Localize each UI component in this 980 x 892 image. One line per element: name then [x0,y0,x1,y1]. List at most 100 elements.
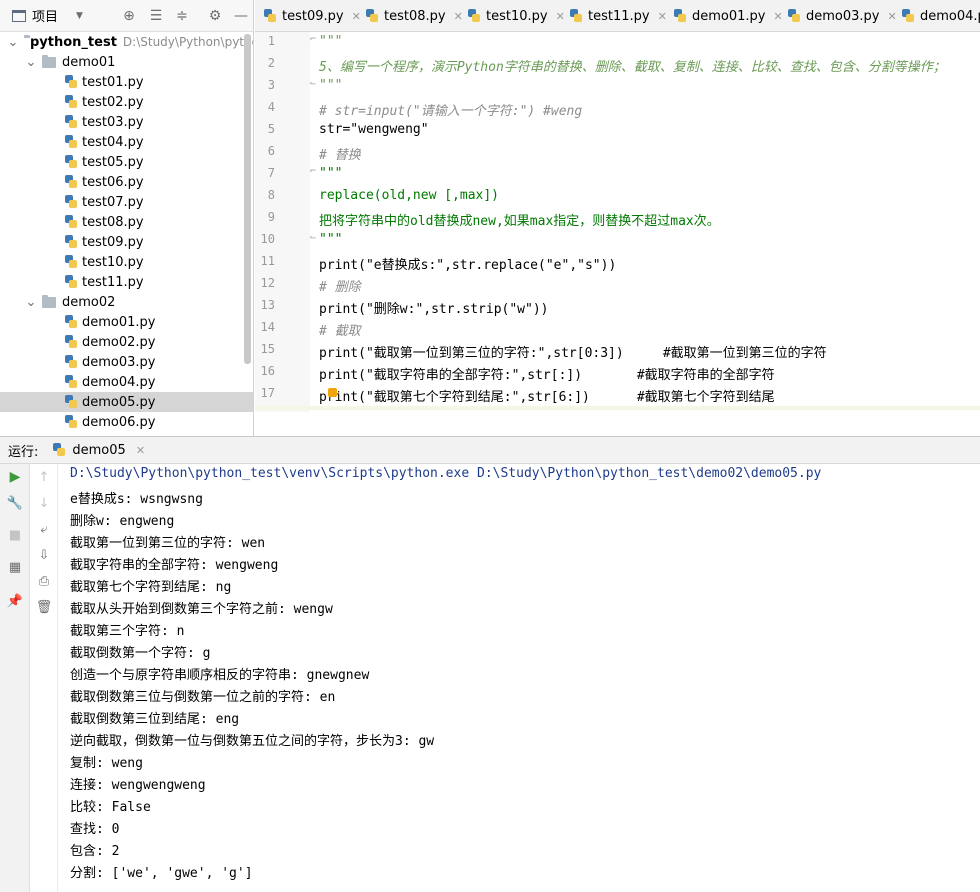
editor-tab[interactable]: demo01.py ✕ [673,0,783,31]
python-file-icon [64,255,78,269]
folder-icon [42,294,56,308]
code-area[interactable]: 1 2 3 4 5 6 7 8 9 10 11 12 13 14 15 16 17 """ 5、编写一个程序，演示… [255,32,980,412]
tree-item-label: demo02.py [82,334,156,350]
editor-tab[interactable]: test09.py ✕ [263,0,361,31]
close-icon[interactable]: ✕ [556,10,565,23]
tree-file-item[interactable]: test07.py [0,192,253,212]
tree-file-item[interactable]: demo04.py [0,372,253,392]
tree-item-label: test11.py [82,274,144,290]
editor-tab-label: test10.py [486,8,548,24]
tree-file-item[interactable]: test06.py [0,172,253,192]
editor-tab-label: test08.py [384,8,446,24]
close-icon[interactable]: ✕ [352,10,361,23]
code-line: print("截取第七个字符到结尾:",str[6:]) #截取第七个字符到结尾 [319,390,775,405]
trash-icon[interactable]: 🗑 [35,598,53,616]
tree-folder-item[interactable]: ⌄ demo01 [0,52,253,72]
tree-file-item[interactable]: test08.py [0,212,253,232]
tree-item-label: test03.py [82,114,144,130]
rerun-icon[interactable]: ▶ [6,468,24,486]
tree-file-item[interactable]: test10.py [0,252,253,272]
tree-file-item[interactable]: test02.py [0,92,253,112]
chevron-down-icon: ▼ [76,10,83,21]
print-icon[interactable]: ⎙ [35,572,53,590]
expand-all-icon[interactable]: ☰ [147,7,165,25]
python-file-icon [673,9,687,23]
tree-file-item[interactable]: test05.py [0,152,253,172]
line-number: 1 [267,34,275,48]
fold-marker-icon[interactable]: ⌐ [310,166,320,177]
tree-file-item[interactable]: demo02.py [0,332,253,352]
soft-wrap-icon[interactable]: ⤶ [35,520,53,538]
tree-file-item[interactable]: test03.py [0,112,253,132]
cursor-line-highlight [255,406,980,410]
tree-root-item[interactable]: ⌄ python_test D:\Study\Python\pytho [0,32,254,52]
console-output[interactable]: D:\Study\Python\python_test\venv\Scripts… [70,464,970,892]
expand-arrow-icon[interactable]: ⌄ [26,295,37,310]
line-number: 15 [260,342,275,356]
close-icon[interactable]: ✕ [658,10,667,23]
editor-tab[interactable]: test08.py ✕ [365,0,463,31]
python-file-icon [64,115,78,129]
line-number: 9 [267,210,275,224]
project-scrollbar[interactable] [244,34,251,364]
fold-marker-icon[interactable]: ⌐ [310,34,320,45]
gear-icon[interactable]: ⚙ [206,7,224,25]
fold-marker-icon[interactable]: ⌙ [310,232,320,243]
fold-marker-icon[interactable]: ⌙ [310,78,320,89]
locate-file-icon[interactable]: ⊕ [120,7,138,25]
tree-file-item[interactable]: test09.py [0,232,253,252]
tree-file-item[interactable]: demo06.py [0,412,253,432]
tree-file-item[interactable]: test04.py [0,132,253,152]
editor-tab[interactable]: test10.py ✕ [467,0,565,31]
code-line: """ [319,166,343,181]
tree-file-item[interactable]: demo05.py [0,392,253,412]
tree-item-label: test06.py [82,174,144,190]
tree-file-item[interactable]: test01.py [0,72,253,92]
close-icon[interactable]: ✕ [136,444,145,457]
console-output-line: 删除w: engweng [70,514,175,529]
tree-item-label: demo01 [62,54,116,70]
close-icon[interactable]: ✕ [454,10,463,23]
console-output-line: 查找: 0 [70,822,120,837]
minimize-icon[interactable]: — [232,7,250,25]
close-icon[interactable]: ✕ [774,10,783,23]
project-view-selector[interactable]: 项目 ▼ [12,6,83,25]
run-label: 运行: [8,444,39,460]
expand-arrow-icon[interactable]: ⌄ [26,55,37,70]
expand-arrow-icon[interactable]: ⌄ [8,35,19,50]
stop-icon[interactable]: ■ [6,526,24,544]
tree-file-item[interactable]: test11.py [0,272,253,292]
editor-tab[interactable]: demo04.py [901,0,980,31]
collapse-all-icon[interactable]: ≑ [173,7,191,25]
tree-item-path: D:\Study\Python\pytho [122,35,254,49]
bulb-marker-icon[interactable] [328,388,337,397]
tree-item-label: test01.py [82,74,144,90]
tree-item-label: test09.py [82,234,144,250]
tree-file-item[interactable]: demo01.py [0,312,253,332]
tree-folder-item[interactable]: ⌄ demo02 [0,292,253,312]
editor-tab[interactable]: test11.py ✕ [569,0,667,31]
layout-icon[interactable]: ▦ [6,558,24,576]
wrench-icon[interactable]: 🔧 [6,494,24,512]
line-number: 6 [267,144,275,158]
tree-file-item[interactable]: demo03.py [0,352,253,372]
python-file-icon [64,195,78,209]
editor-tab-label: test09.py [282,8,344,24]
editor-tabs: test09.py ✕ test08.py ✕ test10.py ✕ test11.py ✕… [255,0,980,32]
editor-tab-label: demo01.py [692,8,766,24]
pin-icon[interactable]: 📌 [6,592,24,610]
arrow-up-icon[interactable]: ↑ [35,468,53,486]
console-output-line: e替换成s: wsngwsng [70,492,203,507]
project-tree: ⌄ python_test D:\Study\Python\pytho ⌄ demo01… [0,32,254,436]
close-icon[interactable]: ✕ [888,10,897,23]
python-file-icon [365,9,379,23]
arrow-down-icon[interactable]: ↓ [35,494,53,512]
editor-tab[interactable]: demo03.py ✕ [787,0,897,31]
console-output-line: 截取字符串的全部字符: wengweng [70,558,279,573]
console-command-line: D:\Study\Python\python_test\venv\Scripts… [70,466,822,481]
run-tab[interactable]: demo05 ✕ [52,443,145,458]
editor-tab-label: test11.py [588,8,650,24]
scroll-to-end-icon[interactable]: ⇩ [35,546,53,564]
code-line: print("截取第一位到第三位的字符:",str[0:3]) #截取第一位到第… [319,346,827,361]
python-file-icon [64,95,78,109]
